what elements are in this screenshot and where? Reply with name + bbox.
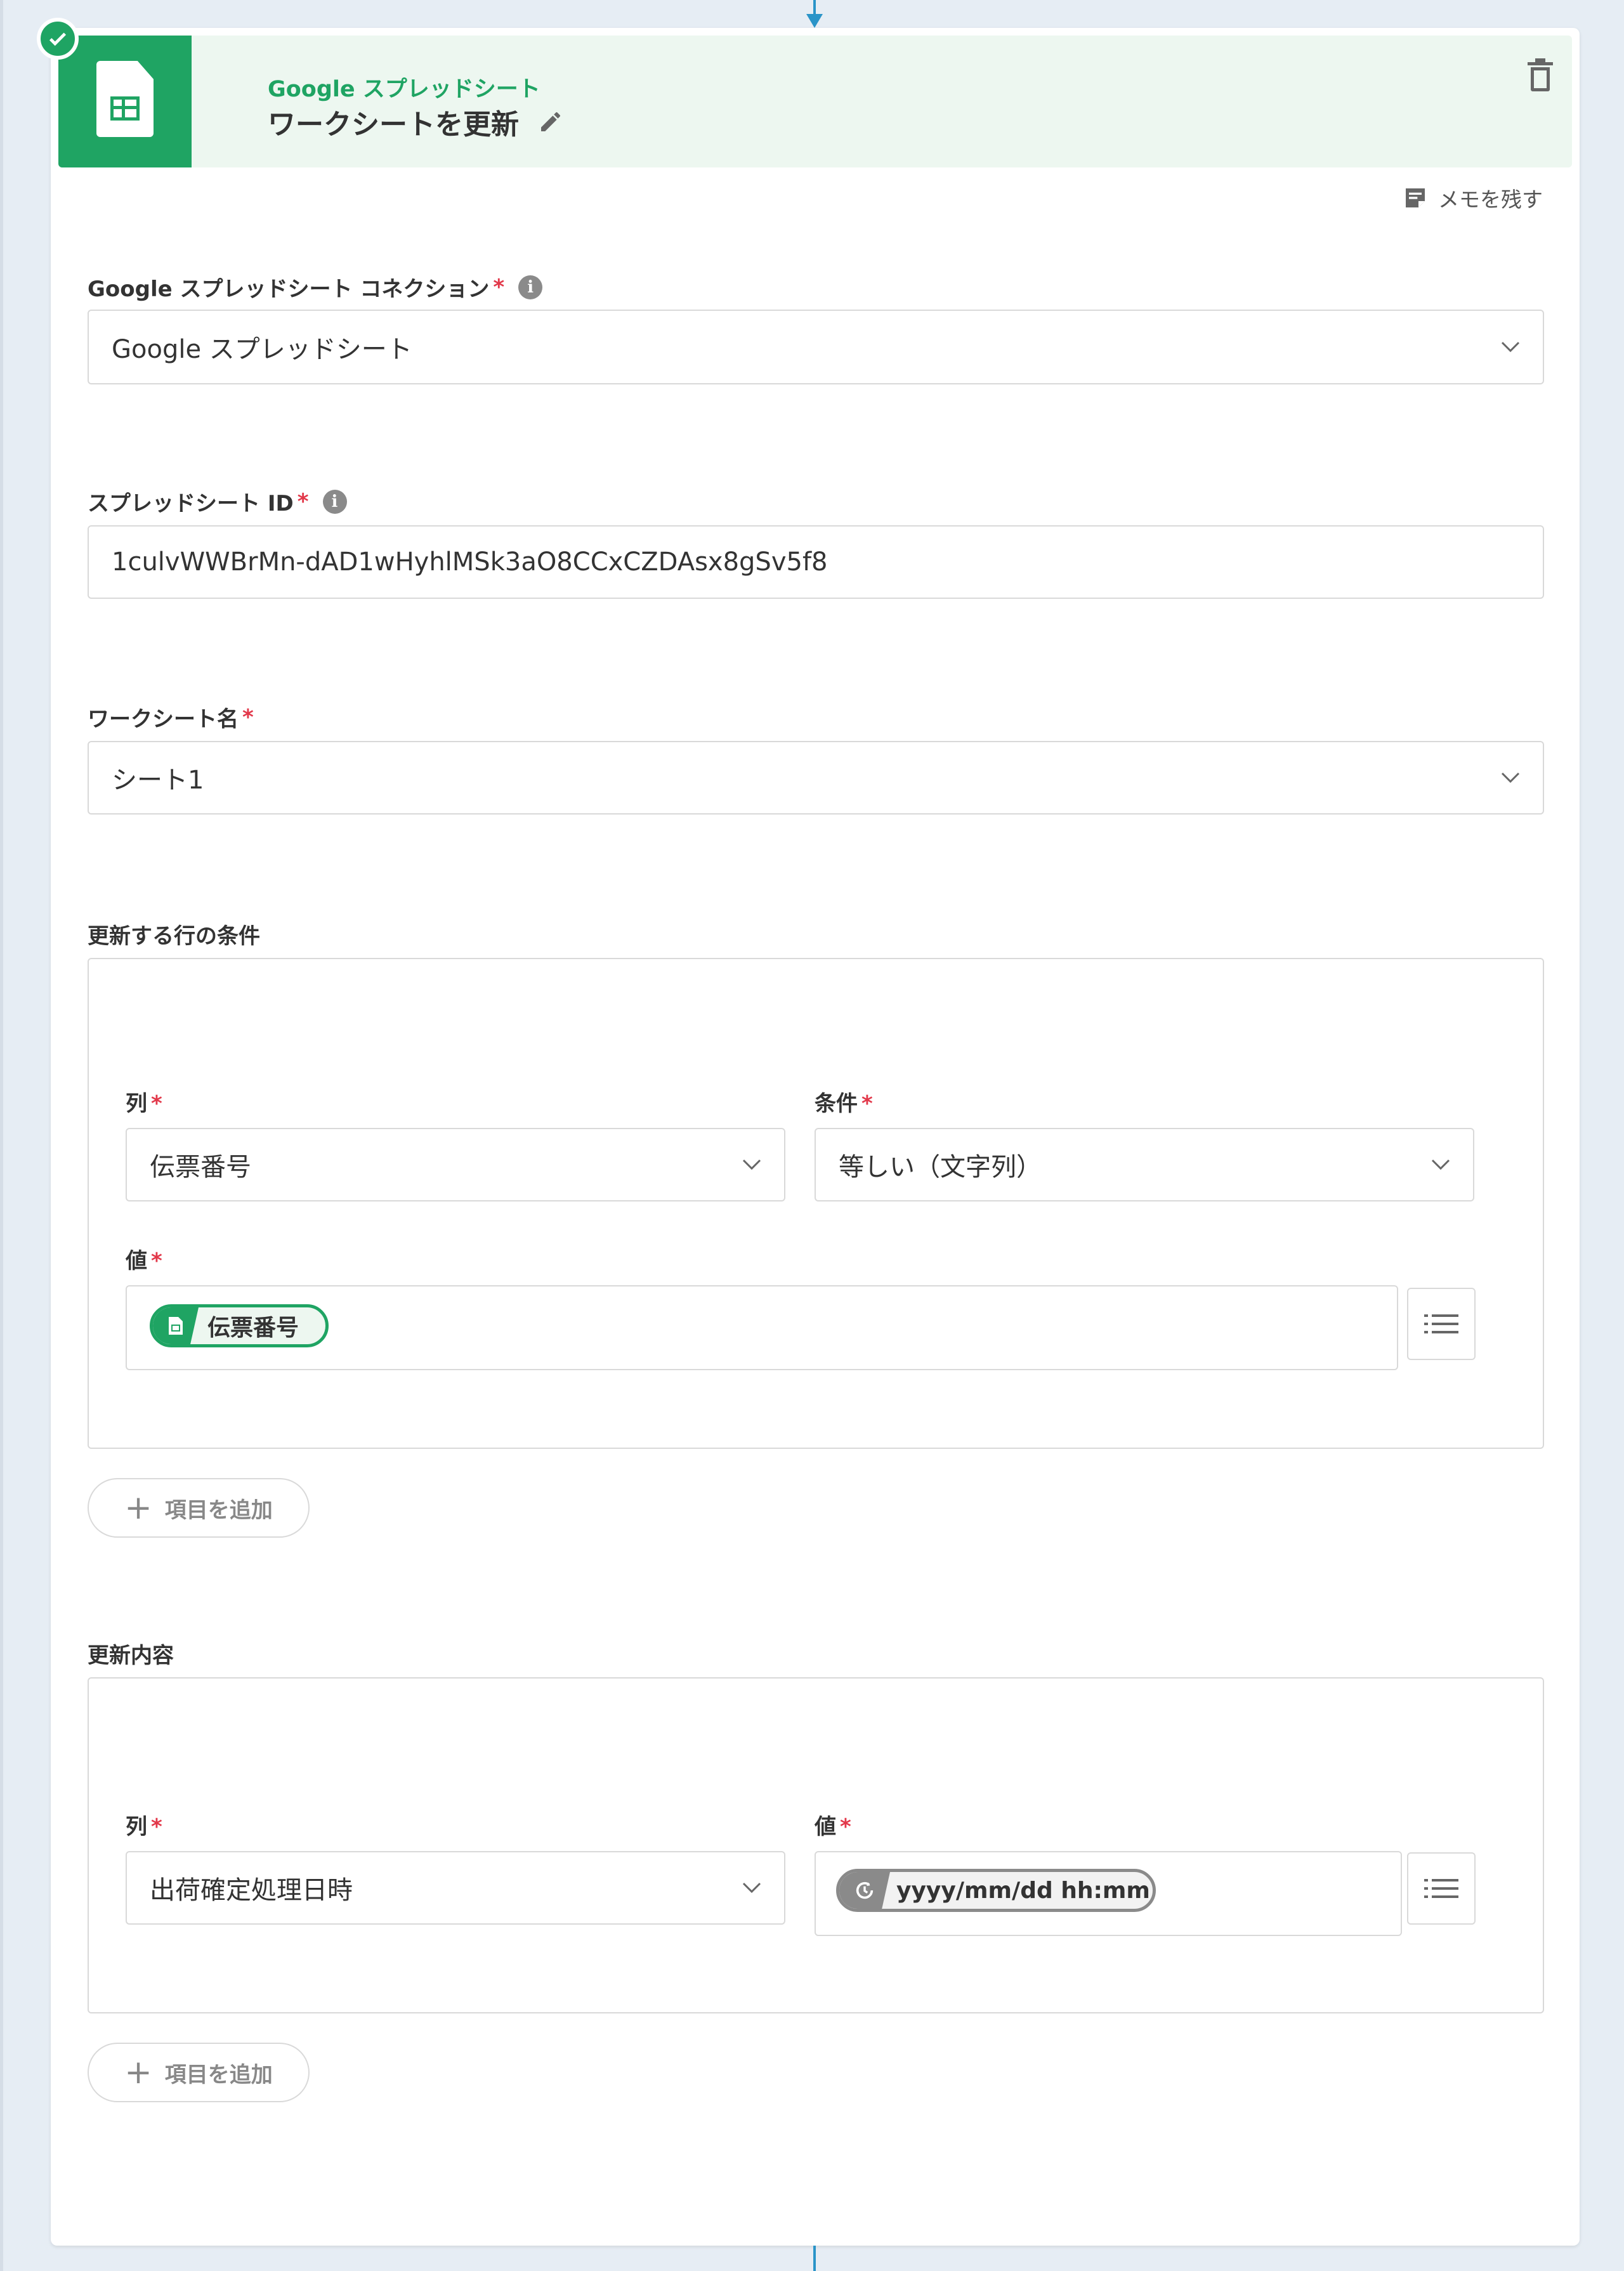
required-mark: * (840, 1814, 851, 1840)
chevron-down-icon (742, 1159, 761, 1170)
chevron-down-icon (1501, 341, 1520, 353)
required-mark: * (297, 488, 309, 514)
spreadsheet-icon (153, 1307, 199, 1344)
condition-label: 条件 * (815, 1086, 873, 1117)
required-mark: * (151, 1814, 162, 1840)
action-card: Google スプレッドシート ワークシートを更新 メモを残す Google ス… (51, 28, 1580, 2246)
update-value-label-text: 値 (815, 1814, 836, 1840)
update-column-label-text: 列 (126, 1814, 147, 1840)
app-tile (58, 36, 192, 167)
worksheet-select[interactable]: シート1 (88, 741, 1544, 815)
variable-pill[interactable]: 伝票番号 (150, 1304, 329, 1347)
add-update-label: 項目を追加 (164, 2062, 273, 2088)
spreadsheet-id-input[interactable]: 1culvWWBrMn-dAD1wHyhlMSk3aO8CCxCZDAsx8gS… (88, 525, 1544, 599)
worksheet-value: シート1 (112, 766, 204, 795)
status-check-badge (37, 18, 79, 60)
row-column-value: 伝票番号 (150, 1153, 251, 1182)
row-condition-section-label: 更新する行の条件 (88, 924, 260, 949)
required-mark: * (151, 1091, 162, 1116)
required-mark: * (242, 704, 254, 730)
required-mark: * (861, 1091, 873, 1116)
pencil-icon[interactable] (538, 109, 563, 134)
chevron-down-icon (1431, 1159, 1450, 1170)
info-icon[interactable]: i (322, 489, 347, 514)
required-mark: * (493, 274, 505, 300)
app-name: Google スプレッドシート (268, 77, 540, 102)
update-column-value: 出荷確定処理日時 (150, 1876, 353, 1905)
row-value-label: 値 * (126, 1243, 162, 1274)
memo-icon (1406, 188, 1425, 207)
variable-list-button[interactable] (1407, 1852, 1476, 1925)
spreadsheet-icon (96, 61, 154, 137)
plus-icon: + (124, 1489, 152, 1527)
memo-label: メモを残す (1438, 187, 1543, 212)
update-column-label: 列 * (126, 1809, 162, 1840)
memo-button[interactable]: メモを残す (1403, 183, 1543, 213)
flow-arrow-icon (806, 14, 823, 28)
row-column-label-text: 列 (126, 1091, 147, 1116)
update-value-label: 値 * (815, 1809, 851, 1840)
connection-select[interactable]: Google スプレッドシート (88, 310, 1544, 384)
worksheet-label-text: ワークシート名 (88, 707, 239, 732)
condition-label-text: 条件 (815, 1091, 858, 1116)
date-format-pill[interactable]: yyyy/mm/dd hh:mm (836, 1869, 1156, 1912)
update-content-group: 列 * 出荷確定処理日時 値 * yyyy/mm/dd hh:mm (88, 1677, 1544, 2013)
required-mark: * (151, 1248, 162, 1274)
action-title: ワークシートを更新 (268, 101, 563, 142)
list-icon (1424, 1879, 1458, 1898)
flow-connector-bottom (813, 2246, 816, 2271)
row-column-label: 列 * (126, 1086, 162, 1117)
add-condition-button[interactable]: + 項目を追加 (88, 1478, 310, 1538)
row-column-select[interactable]: 伝票番号 (126, 1128, 785, 1201)
spreadsheet-id-value: 1culvWWBrMn-dAD1wHyhlMSk3aO8CCxCZDAsx8gS… (112, 547, 828, 577)
action-title-text: ワークシートを更新 (268, 108, 519, 141)
update-content-section-label: 更新内容 (88, 1643, 174, 1668)
variable-pill-label: 伝票番号 (207, 1315, 299, 1341)
spreadsheet-id-label-text: スプレッドシート ID (88, 491, 294, 516)
connection-label: Google スプレッドシート コネクション * i (88, 272, 543, 303)
connection-value: Google スプレッドシート (112, 335, 412, 364)
worksheet-label: ワークシート名 * (88, 702, 254, 733)
workflow-canvas: Google スプレッドシート ワークシートを更新 メモを残す Google ス… (0, 0, 1624, 2271)
condition-value: 等しい（文字列） (839, 1153, 1042, 1182)
trash-icon[interactable] (1526, 58, 1554, 91)
connection-label-text: Google スプレッドシート コネクション (88, 277, 490, 302)
add-condition-label: 項目を追加 (164, 1497, 273, 1523)
update-column-select[interactable]: 出荷確定処理日時 (126, 1851, 785, 1925)
variable-list-button[interactable] (1407, 1288, 1476, 1360)
card-header: Google スプレッドシート ワークシートを更新 (58, 36, 1572, 167)
spreadsheet-id-label: スプレッドシート ID * i (88, 486, 347, 517)
row-condition-group: 列 * 伝票番号 条件 * 等しい（文字列） 値 * 伝票番号 (88, 958, 1544, 1449)
row-value-label-text: 値 (126, 1248, 147, 1274)
chevron-down-icon (742, 1882, 761, 1894)
info-icon[interactable]: i (518, 275, 543, 299)
list-icon (1424, 1314, 1458, 1333)
add-update-button[interactable]: + 項目を追加 (88, 2043, 310, 2102)
check-icon (49, 32, 67, 46)
date-format-pill-label: yyyy/mm/dd hh:mm (896, 1877, 1150, 1904)
plus-icon: + (124, 2053, 152, 2091)
clock-icon (839, 1872, 890, 1909)
chevron-down-icon (1501, 772, 1520, 783)
left-rail (0, 0, 3, 2271)
condition-select[interactable]: 等しい（文字列） (815, 1128, 1474, 1201)
